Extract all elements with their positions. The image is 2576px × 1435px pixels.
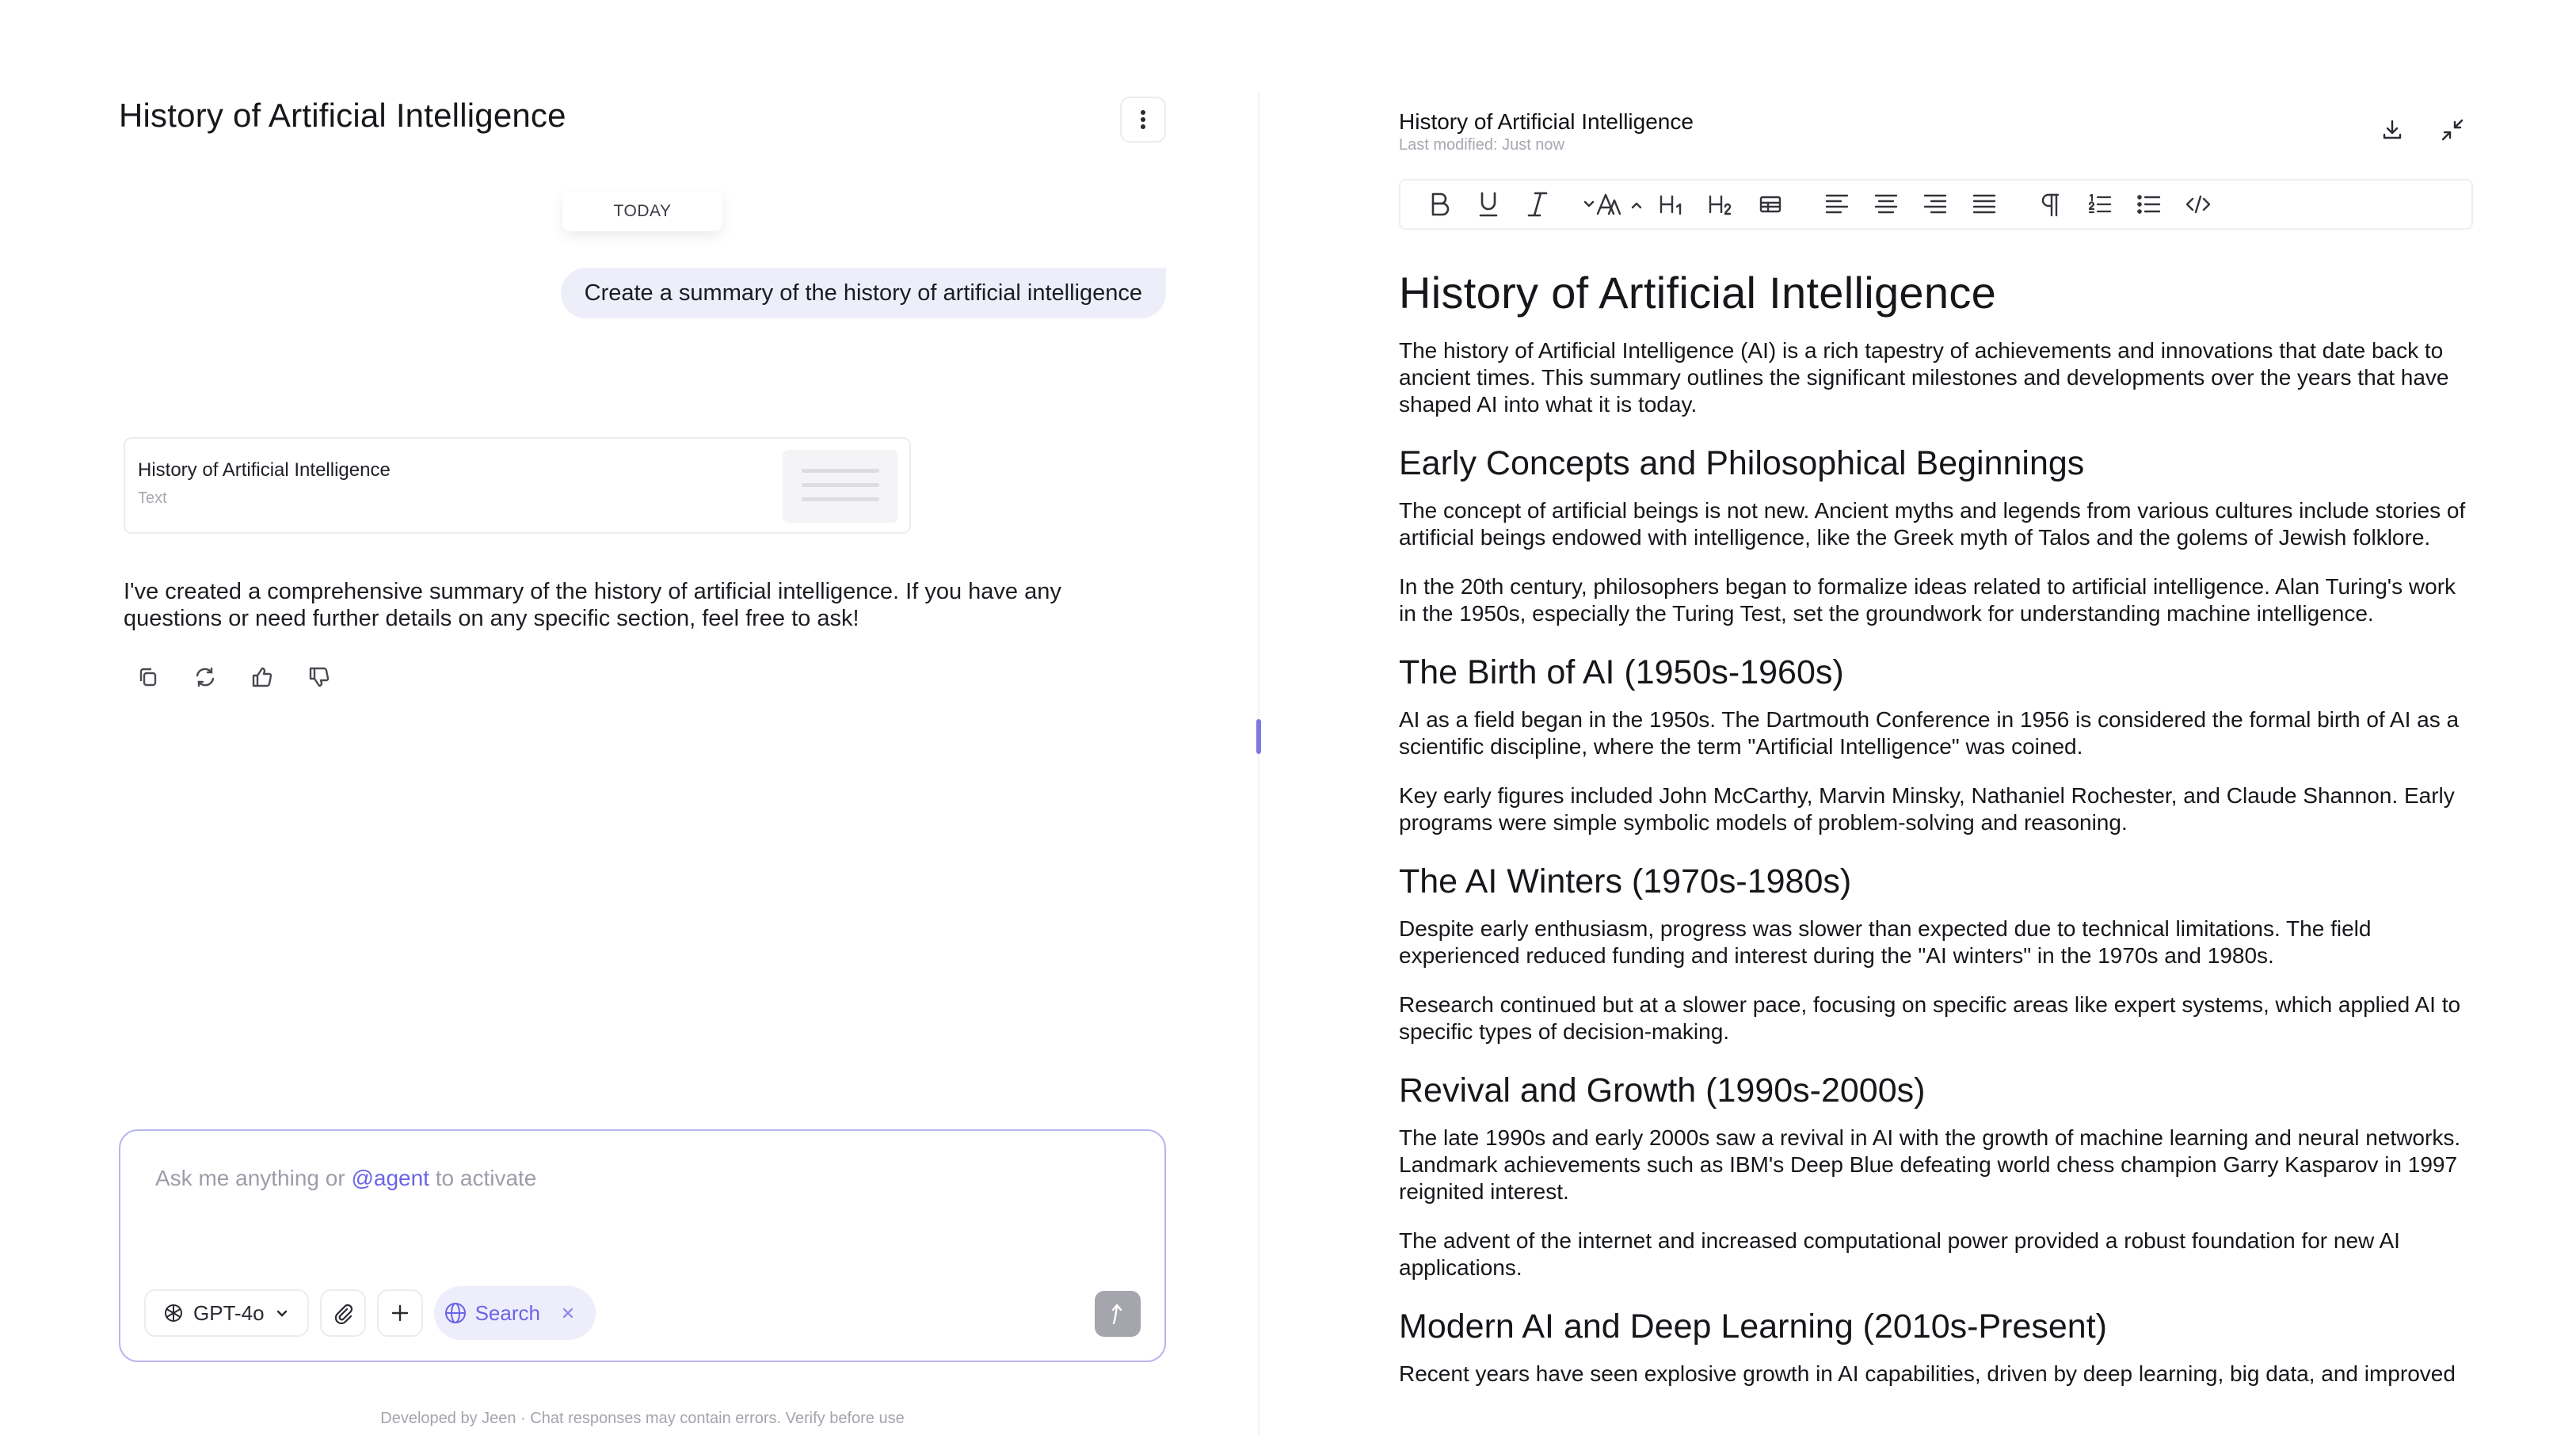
section-paragraph: Recent years have seen explosive growth …: [1399, 1361, 2456, 1386]
thumbs-up-button[interactable]: [249, 664, 276, 691]
message-actions: [135, 664, 333, 691]
section-heading: Revival and Growth (1990s-2000s): [1399, 1071, 1926, 1110]
thumbs-down-icon: [309, 667, 330, 687]
user-message-text: Create a summary of the history of artif…: [584, 280, 1142, 306]
bold-icon: [1431, 192, 1450, 216]
chat-title: History of Artificial Intelligence: [119, 97, 566, 134]
user-message: Create a summary of the history of artif…: [560, 268, 1166, 318]
globe-icon: [444, 1303, 466, 1323]
document-intro: The history of Artificial Intelligence (…: [1399, 338, 2449, 417]
more-options-button[interactable]: [1120, 97, 1166, 143]
align-right-button[interactable]: [1911, 181, 1960, 228]
editor-toolbar: [1399, 179, 2473, 230]
underline-icon: [1479, 192, 1498, 217]
ordered-list-icon: [2088, 193, 2112, 214]
artifact-type: Text: [138, 489, 167, 507]
paragraph-button[interactable]: [2026, 181, 2075, 228]
chat-pane: History of Artificial Intelligence TODAY…: [0, 0, 1258, 1435]
message-input[interactable]: Ask me anything or @agent to activate: [155, 1166, 536, 1191]
table-button[interactable]: [1746, 181, 1795, 228]
add-button[interactable]: [376, 1289, 423, 1337]
artifact-thumbnail: [783, 450, 898, 523]
align-center-button[interactable]: [1862, 181, 1911, 228]
regenerate-button[interactable]: [192, 664, 219, 691]
placeholder-suffix: to activate: [435, 1166, 537, 1190]
copy-button[interactable]: [135, 664, 162, 691]
font-size-icon: [1583, 193, 1642, 215]
align-justify-icon: [1972, 194, 1996, 214]
document-header-title: History of Artificial Intelligence: [1399, 109, 1694, 134]
pane-divider: [1258, 92, 1259, 1435]
document-actions: [2376, 114, 2468, 146]
collapse-icon: [2441, 119, 2464, 141]
send-arrow-icon: [1111, 1304, 1122, 1325]
section-paragraph: The advent of the internet and increased…: [1399, 1228, 2400, 1280]
copy-icon: [139, 668, 157, 687]
section-heading: Modern AI and Deep Learning (2010s-Prese…: [1399, 1307, 2107, 1346]
attach-button[interactable]: [319, 1289, 366, 1337]
align-center-icon: [1874, 194, 1898, 214]
section-paragraph: The concept of artificial beings is not …: [1399, 498, 2466, 550]
heading-2-button[interactable]: [1697, 181, 1746, 228]
section-paragraph: In the 20th century, philosophers began …: [1399, 574, 2456, 626]
download-icon: [2383, 120, 2402, 139]
resize-handle[interactable]: [1256, 719, 1261, 754]
section-paragraph: AI as a field began in the 1950s. The Da…: [1399, 707, 2460, 759]
collapse-button[interactable]: [2437, 114, 2468, 146]
last-modified: Last modified: Just now: [1399, 136, 1564, 154]
paragraph-icon: [2041, 193, 2060, 217]
chevron-down-icon: [276, 1310, 287, 1317]
search-label: Search: [474, 1300, 540, 1325]
align-left-button[interactable]: [1812, 181, 1862, 228]
document-title: History of Artificial Intelligence: [1399, 268, 1997, 318]
artifact-card[interactable]: History of Artificial Intelligence Text: [124, 437, 911, 534]
ordered-list-button[interactable]: [2075, 181, 2124, 228]
underline-button[interactable]: [1464, 181, 1513, 228]
artifact-title: History of Artificial Intelligence: [138, 459, 391, 481]
section-heading: Early Concepts and Philosophical Beginni…: [1399, 444, 2085, 482]
paperclip-icon: [334, 1304, 352, 1324]
placeholder-prefix: Ask me anything or: [155, 1166, 345, 1190]
align-right-icon: [1923, 194, 1947, 214]
section-heading: The AI Winters (1970s-1980s): [1399, 862, 1852, 900]
align-justify-button[interactable]: [1960, 181, 2009, 228]
code-icon: [2185, 195, 2211, 214]
agent-mention: @agent: [351, 1166, 429, 1190]
section-paragraph: Research continued but at a slower pace,…: [1399, 992, 2461, 1044]
section-paragraph: The late 1990s and early 2000s saw a rev…: [1399, 1125, 2461, 1204]
thumbs-up-icon: [252, 667, 272, 687]
heading-2-icon: [1709, 195, 1732, 215]
section-paragraph: Despite early enthusiasm, progress was s…: [1399, 916, 2372, 968]
section-heading: The Birth of AI (1950s-1960s): [1399, 653, 1844, 691]
regenerate-icon: [196, 667, 215, 687]
plus-icon: [391, 1304, 408, 1322]
font-size-button[interactable]: [1580, 181, 1648, 228]
align-left-icon: [1825, 194, 1849, 214]
italic-button[interactable]: [1513, 181, 1562, 228]
assistant-message: I've created a comprehensive summary of …: [124, 579, 1061, 631]
section-paragraph: Key early figures included John McCarthy…: [1399, 783, 2455, 835]
search-toggle[interactable]: Search: [433, 1286, 596, 1340]
table-icon: [1759, 196, 1781, 213]
bullet-list-icon: [2137, 195, 2161, 214]
code-button[interactable]: [2174, 181, 2223, 228]
download-button[interactable]: [2376, 114, 2408, 146]
send-button[interactable]: [1095, 1291, 1141, 1337]
document-body[interactable]: History of Artificial Intelligence The h…: [1399, 263, 2476, 1435]
composer-toolbar: GPT-4o Search: [144, 1286, 596, 1340]
thumbs-down-button[interactable]: [306, 664, 333, 691]
italic-icon: [1527, 192, 1548, 217]
model-selector[interactable]: GPT-4o: [144, 1289, 309, 1337]
heading-1-button[interactable]: [1648, 181, 1697, 228]
date-divider: TODAY: [562, 192, 722, 231]
footer-disclaimer: Developed by Jeen · Chat responses may c…: [380, 1410, 905, 1427]
close-icon[interactable]: [559, 1304, 577, 1322]
model-name: GPT-4o: [193, 1300, 265, 1325]
bold-button[interactable]: [1415, 181, 1464, 228]
message-composer[interactable]: Ask me anything or @agent to activate GP…: [119, 1129, 1166, 1362]
kebab-icon: [1141, 110, 1145, 129]
bullet-list-button[interactable]: [2124, 181, 2174, 228]
heading-1-icon: [1660, 195, 1682, 215]
openai-icon: [165, 1304, 182, 1322]
